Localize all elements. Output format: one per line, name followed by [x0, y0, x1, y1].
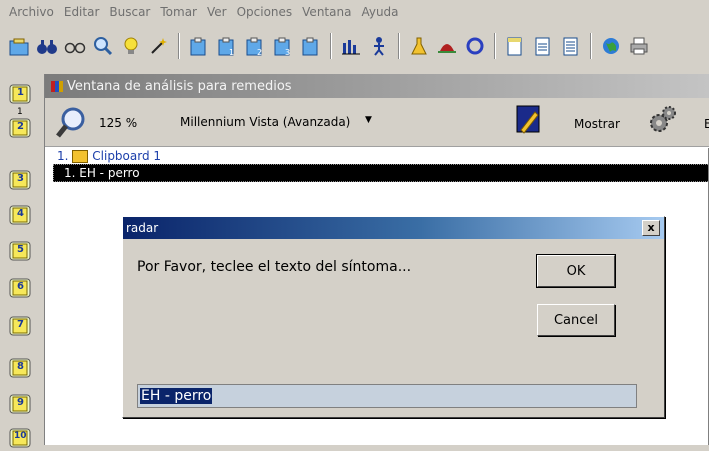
symptom-text-input[interactable]: EH - perro	[137, 384, 637, 408]
svg-text:1: 1	[229, 48, 234, 57]
doc-1-icon[interactable]	[502, 32, 528, 60]
clipboard-button-1[interactable]: 1	[9, 84, 31, 104]
clipboard-1-icon[interactable]: 1	[214, 32, 240, 60]
clipboard-row-label: 1. Clipboard 1	[57, 149, 162, 163]
clipboard-button-label: 8	[17, 361, 24, 372]
pencil-document-icon[interactable]	[515, 104, 543, 141]
clipboard-button-label: 9	[17, 397, 24, 408]
clipboard-button-label: 7	[17, 319, 24, 330]
clipboard-button-3[interactable]: 3	[9, 170, 31, 190]
gear-icon[interactable]	[647, 104, 677, 139]
clipboard-button-label: 6	[17, 281, 24, 292]
symptom-row-label: 1. EH - perro	[64, 166, 140, 180]
clipboard-button-label: 4	[17, 208, 24, 219]
menu-ayuda[interactable]: Ayuda	[356, 5, 403, 19]
magnifier-icon[interactable]	[90, 32, 116, 60]
svg-text:2: 2	[257, 48, 262, 57]
window-toolbar: 125 % Millennium Vista (Avanzada) ▼ Most…	[45, 98, 709, 147]
toolbar-separator	[178, 33, 180, 59]
clipboard-4-icon[interactable]	[298, 32, 324, 60]
flask-icon[interactable]	[406, 32, 432, 60]
clipboard-button-5[interactable]: 5	[9, 241, 31, 261]
symptom-input-dialog: radar x Por Favor, teclee el texto del s…	[122, 216, 665, 418]
table-row[interactable]: 1. EH - perro	[53, 164, 709, 182]
globe-icon[interactable]	[598, 32, 624, 60]
app-icon	[51, 80, 63, 92]
clipboard-button-label: 3	[17, 173, 24, 184]
zoom-level[interactable]: 125 %	[99, 116, 137, 130]
menu-editar[interactable]: Editar	[59, 5, 105, 19]
show-button[interactable]: Mostrar	[574, 117, 620, 131]
main-toolbar: 1 2 3	[0, 26, 709, 66]
chevron-down-icon[interactable]: ▼	[365, 115, 372, 125]
lightbulb-icon[interactable]	[118, 32, 144, 60]
ok-button[interactable]: OK	[536, 254, 616, 288]
toolbar-separator	[590, 33, 592, 59]
clipboard-button-label: 2	[17, 121, 24, 132]
dialog-prompt: Por Favor, teclee el texto del síntoma..…	[137, 259, 412, 275]
window-title-bar: Ventana de análisis para remedios	[45, 74, 709, 98]
dialog-title: radar	[126, 221, 159, 235]
clipboard-button-6[interactable]: 6	[9, 278, 31, 298]
clipboard-button-label: 1	[17, 87, 24, 98]
clipboard-button-9[interactable]: 9	[9, 394, 31, 414]
clipboard-button-label: 5	[17, 244, 24, 255]
bar-chart-icon[interactable]	[338, 32, 364, 60]
menu-ver[interactable]: Ver	[202, 5, 232, 19]
menu-bar: Archivo Editar Buscar Tomar Ver Opciones…	[0, 0, 709, 24]
clipboard-2-icon[interactable]: 2	[242, 32, 268, 60]
toolbar-separator	[330, 33, 332, 59]
menu-opciones[interactable]: Opciones	[232, 5, 298, 19]
menu-buscar[interactable]: Buscar	[104, 5, 155, 19]
close-icon[interactable]: x	[642, 220, 660, 236]
clipboard-button-2[interactable]: 2	[9, 118, 31, 138]
list-item[interactable]: 1. Clipboard 1	[53, 148, 709, 164]
clipboard-button-4[interactable]: 4	[9, 205, 31, 225]
person-icon[interactable]	[366, 32, 392, 60]
circle-icon[interactable]	[462, 32, 488, 60]
toolbar-separator	[398, 33, 400, 59]
svg-text:3: 3	[285, 48, 290, 57]
clipboard-button-10[interactable]: 10	[9, 428, 31, 448]
clipboard-3-icon[interactable]: 3	[270, 32, 296, 60]
menu-tomar[interactable]: Tomar	[155, 5, 202, 19]
doc-2-icon[interactable]	[530, 32, 556, 60]
menu-ventana[interactable]: Ventana	[297, 5, 356, 19]
folder-icon	[72, 150, 89, 163]
binoculars-icon[interactable]	[34, 32, 60, 60]
hat-icon[interactable]	[434, 32, 460, 60]
menu-archivo[interactable]: Archivo	[4, 5, 59, 19]
doc-3-icon[interactable]	[558, 32, 584, 60]
toolbar-cut-label: E	[704, 117, 709, 131]
window-title: Ventana de análisis para remedios	[67, 78, 292, 94]
wand-icon[interactable]	[146, 32, 172, 60]
cancel-button[interactable]: Cancel	[537, 304, 615, 336]
open-clipboard-icon[interactable]	[6, 32, 32, 60]
printer-icon[interactable]	[626, 32, 652, 60]
toolbar-separator	[494, 33, 496, 59]
clipboard-button-7[interactable]: 7	[9, 316, 31, 336]
clipboard-add-icon[interactable]	[186, 32, 212, 60]
view-mode-select[interactable]: Millennium Vista (Avanzada)	[180, 115, 350, 129]
glasses-icon[interactable]	[62, 32, 88, 60]
clipboard-button-label: 10	[14, 431, 27, 441]
dialog-title-bar[interactable]: radar x	[123, 217, 664, 239]
input-selected-text: EH - perro	[140, 388, 213, 404]
clipboard-button-8[interactable]: 8	[9, 358, 31, 378]
clipboard-rail: 1 1 2 3 4 5 6 7 8 9 10	[0, 74, 40, 448]
zoom-magnifier-icon[interactable]	[55, 106, 87, 143]
rail-small-label: 1	[17, 107, 23, 117]
